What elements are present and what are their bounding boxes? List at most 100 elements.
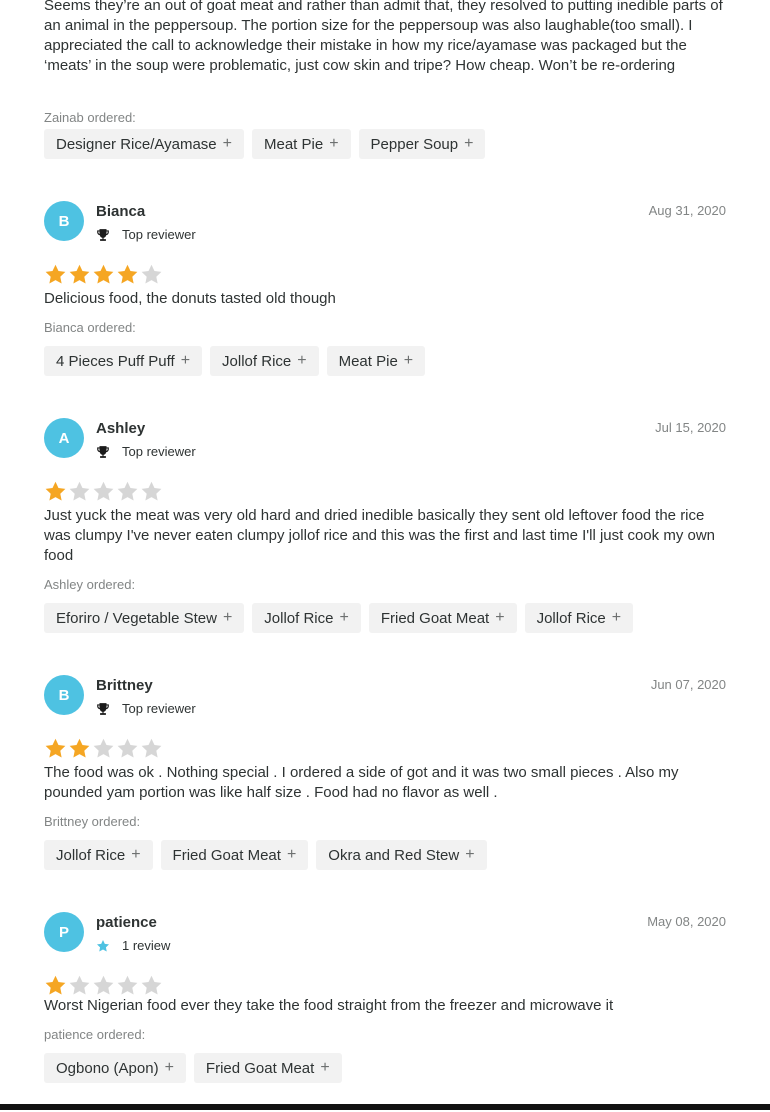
review-card: B Brittney Top reviewer Jun 07, 2020 The foo… xyxy=(44,675,726,875)
ordered-items: Jollof Rice + Fried Goat Meat + Okra and Red… xyxy=(44,840,487,870)
add-icon[interactable]: + xyxy=(495,609,504,627)
ordered-item-label: Eforiro / Vegetable Stew xyxy=(56,609,217,627)
reviewer-name: patience xyxy=(96,914,157,931)
star-empty-icon xyxy=(116,974,139,997)
reviewer-badge: Top reviewer xyxy=(96,444,196,459)
ordered-item-chip[interactable]: Designer Rice/Ayamase + xyxy=(44,129,244,159)
star-rating xyxy=(44,737,163,760)
review-date: Jul 15, 2020 xyxy=(655,420,726,435)
add-icon[interactable]: + xyxy=(165,1059,174,1077)
ordered-item-label: Jollof Rice xyxy=(264,609,334,627)
trophy-icon xyxy=(96,702,116,716)
ordered-item-label: Fried Goat Meat xyxy=(172,846,281,864)
add-icon[interactable]: + xyxy=(339,609,348,627)
ordered-item-label: Jollof Rice xyxy=(56,846,126,864)
star-rating xyxy=(44,263,163,286)
ordered-item-chip[interactable]: Jollof Rice + xyxy=(252,603,361,633)
ordered-items: Designer Rice/Ayamase + Meat Pie + Pepper So… xyxy=(44,129,486,159)
star-empty-icon xyxy=(92,974,115,997)
ordered-item-chip[interactable]: Fried Goat Meat + xyxy=(368,603,517,633)
avatar: A xyxy=(44,418,84,458)
add-icon[interactable]: + xyxy=(131,846,140,864)
add-icon[interactable]: + xyxy=(464,135,473,153)
ordered-label: Bianca ordered: xyxy=(44,320,136,335)
star-empty-icon xyxy=(92,737,115,760)
star-empty-icon xyxy=(68,480,91,503)
review-comment: Delicious food, the donuts tasted old th… xyxy=(44,290,336,307)
badge-label: 1 review xyxy=(122,938,171,953)
ordered-item-chip[interactable]: Meat Pie + xyxy=(326,346,426,376)
add-icon[interactable]: + xyxy=(404,352,413,370)
trophy-icon xyxy=(96,228,116,242)
ordered-item-chip[interactable]: Eforiro / Vegetable Stew + xyxy=(44,603,245,633)
ordered-item-chip[interactable]: Fried Goat Meat + xyxy=(160,840,309,870)
ordered-label: Ashley ordered: xyxy=(44,577,136,592)
ordered-item-label: Fried Goat Meat xyxy=(205,1059,315,1077)
ordered-item-chip[interactable]: Jollof Rice + xyxy=(524,603,634,633)
ordered-item-label: Pepper Soup xyxy=(370,135,459,153)
ordered-item-chip[interactable]: Pepper Soup + xyxy=(358,129,486,159)
ordered-item-chip[interactable]: Meat Pie + xyxy=(251,129,351,159)
reviewer-name: Ashley xyxy=(96,420,146,437)
ordered-item-chip[interactable]: Jollof Rice + xyxy=(210,346,319,376)
star-filled-icon xyxy=(68,263,91,286)
ordered-items: 4 Pieces Puff Puff + Jollof Rice + Meat Pie + xyxy=(44,346,426,376)
add-icon[interactable]: + xyxy=(612,609,621,627)
reviewer-badge: 1 review xyxy=(96,938,170,953)
review-comment: Seems they’re an out of goat meat and ra… xyxy=(44,0,723,74)
star-empty-icon xyxy=(68,974,91,997)
review-card: Ppatience 1 review May 08, 2020 Worst Niger… xyxy=(44,912,726,1112)
ordered-item-chip[interactable]: Okra and Red Stew + xyxy=(316,840,487,870)
star-empty-icon xyxy=(92,480,115,503)
review-date: Jun 07, 2020 xyxy=(650,677,726,692)
reviewer-badge: Top reviewer xyxy=(96,227,196,242)
star-empty-icon xyxy=(140,737,163,760)
review-date: May 08, 2020 xyxy=(647,914,726,929)
review-date: Aug 31, 2020 xyxy=(648,203,726,218)
add-icon[interactable]: + xyxy=(181,352,190,370)
ordered-item-label: Fried Goat Meat xyxy=(380,609,490,627)
ordered-item-label: Jollof Rice xyxy=(536,609,606,627)
star-filled-icon xyxy=(116,263,139,286)
ordered-label: patience ordered: xyxy=(44,1027,146,1042)
add-icon[interactable]: + xyxy=(297,352,306,370)
ordered-item-chip[interactable]: Jollof Rice + xyxy=(44,840,153,870)
avatar: B xyxy=(44,675,84,715)
ordered-item-chip[interactable]: Ogbono (Apon) + xyxy=(44,1053,186,1083)
ordered-item-label: Jollof Rice xyxy=(222,352,292,370)
star-rating xyxy=(44,480,163,503)
star-filled-icon xyxy=(92,263,115,286)
add-icon[interactable]: + xyxy=(465,846,474,864)
ordered-item-chip[interactable]: 4 Pieces Puff Puff + xyxy=(44,346,203,376)
review-card: A Ashley Top reviewer Jul 15, 2020 Just yuck… xyxy=(44,418,726,633)
star-rating xyxy=(44,974,163,997)
footer-bar xyxy=(0,1104,770,1110)
star-icon xyxy=(96,939,116,953)
ordered-items: Ogbono (Apon) + Fried Goat Meat + xyxy=(44,1053,342,1083)
ordered-item-label: 4 Pieces Puff Puff xyxy=(56,352,175,370)
reviewer-name: Brittney xyxy=(96,677,153,694)
ordered-item-chip[interactable]: Fried Goat Meat + xyxy=(193,1053,342,1083)
badge-label: Top reviewer xyxy=(122,444,196,459)
trophy-icon xyxy=(96,445,116,459)
add-icon[interactable]: + xyxy=(329,135,338,153)
avatar: B xyxy=(44,201,84,241)
ordered-item-label: Okra and Red Stew xyxy=(328,846,460,864)
add-icon[interactable]: + xyxy=(223,609,232,627)
review-comment: The food was ok . Nothing special . I or… xyxy=(44,764,679,801)
ordered-label: Brittney ordered: xyxy=(44,814,141,829)
badge-label: Top reviewer xyxy=(122,227,196,242)
add-icon[interactable]: + xyxy=(287,846,296,864)
avatar: P xyxy=(44,912,84,952)
star-empty-icon xyxy=(140,263,163,286)
review-comment: Worst Nigerian food ever they take the f… xyxy=(44,997,614,1014)
ordered-item-label: Meat Pie xyxy=(263,135,324,153)
add-icon[interactable]: + xyxy=(320,1059,329,1077)
ordered-item-label: Meat Pie xyxy=(338,352,398,370)
star-filled-icon xyxy=(44,263,67,286)
star-empty-icon xyxy=(116,737,139,760)
ordered-items: Eforiro / Vegetable Stew + Jollof Rice + Fri… xyxy=(44,603,634,633)
star-filled-icon xyxy=(44,974,67,997)
add-icon[interactable]: + xyxy=(223,135,232,153)
ordered-label: Zainab ordered: xyxy=(44,110,136,125)
